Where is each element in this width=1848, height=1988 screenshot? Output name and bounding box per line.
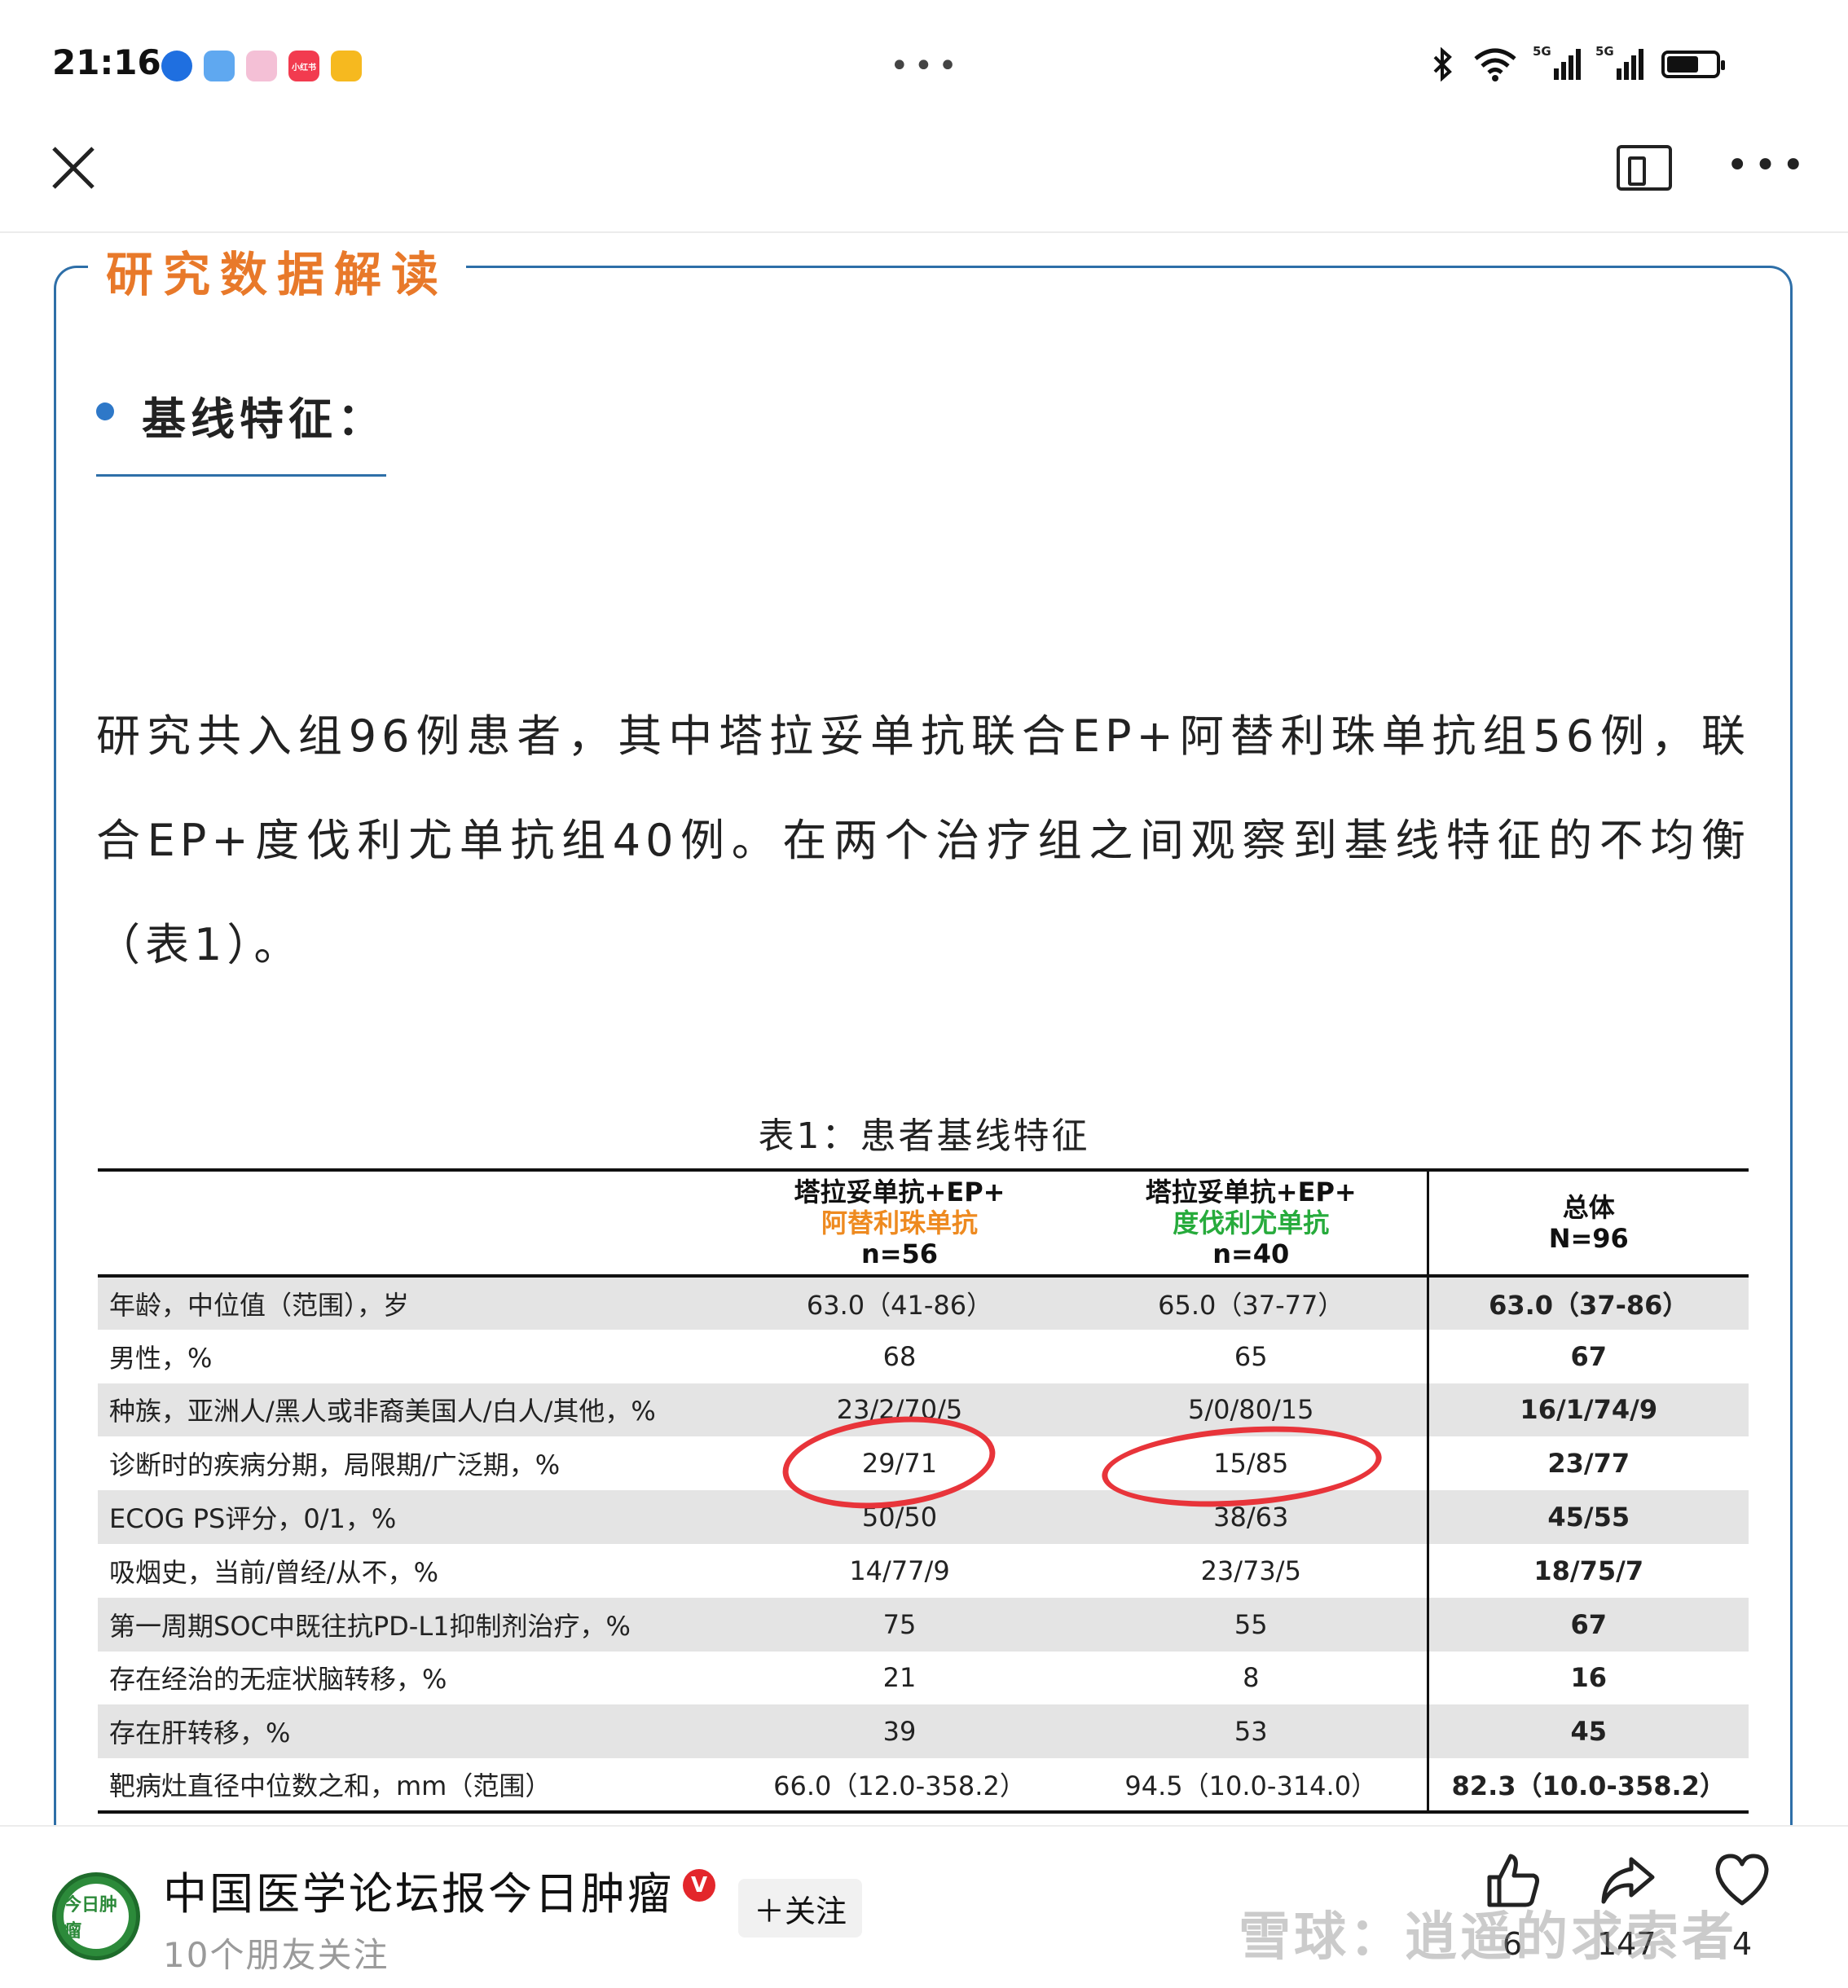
row-label: ECOG PS评分，0/1，% [109,1503,397,1535]
cell-group-2: 55 [1234,1608,1268,1640]
close-icon[interactable] [51,145,96,191]
row-label: 男性，% [109,1342,213,1374]
header-group-1: 塔拉妥单抗+EP+ 阿替利珠单抗 n=56 [724,1170,1076,1276]
header-group-2-line1: 塔拉妥单抗+EP+ [1145,1177,1357,1207]
battery-icon [1661,51,1725,78]
wifi-icon [1474,48,1516,81]
table-body: 年龄，中位值（范围），岁 63.0（41-86） 65.0（37-77） 63.0（3… [98,1276,1749,1812]
status-bar: 21:16 小红书 ••• 5G 5G [0,0,1848,134]
cell-group-1: 21 [882,1662,917,1694]
cell-group-2: 94.5（10.0-314.0） [1124,1770,1378,1802]
status-more-icon: ••• [890,47,962,85]
table-caption: 表1：患者基线特征 [758,1115,1090,1157]
cell-group-1: 14/77/9 [849,1555,950,1586]
header-total: 总体 N=96 [1426,1170,1749,1276]
cell-group-2: 65.0（37-77） [1158,1289,1344,1321]
header-group-1-line2: 阿替利珠单抗 [821,1207,978,1238]
sub-heading-underline [96,474,386,477]
table-row: 年龄，中位值（范围），岁 63.0（41-86） 65.0（37-77） 63.0（3… [98,1276,1749,1330]
header-group-2: 塔拉妥单抗+EP+ 度伐利尤单抗 n=40 [1076,1170,1428,1276]
row-label: 存在肝转移，% [109,1718,291,1749]
more-options-icon[interactable]: ••• [1726,146,1810,185]
cell-total: 45/55 [1426,1490,1749,1544]
watermark: 雪球：逍遥的求索者 [1239,1907,1737,1968]
cell-group-1: 63.0（41-86） [806,1289,993,1321]
cell-group-1: 68 [882,1340,917,1372]
cell-group-2: 65 [1234,1340,1268,1372]
section-title: 研究数据解读 [88,236,467,305]
cell-total: 18/75/7 [1426,1543,1749,1598]
table-row: 男性，% 68 65 67 [98,1329,1749,1383]
system-status-icons: 5G 5G [1430,44,1725,81]
network-type-label: 5G [1533,44,1551,59]
notification-icons: 小红书 [161,51,362,81]
table-header-row: 塔拉妥单抗+EP+ 阿替利珠单抗 n=56 塔拉妥单抗+EP+ 度伐利尤单抗 n… [98,1170,1749,1276]
friends-following-text: 10个朋友关注 [163,1935,389,1975]
row-label: 年龄，中位值（范围），岁 [109,1289,410,1321]
header-group-2-line3: n=40 [1212,1238,1290,1269]
status-time: 21:16 [52,42,161,82]
row-label: 靶病灶直径中位数之和，mm（范围） [109,1770,552,1802]
cell-total: 82.3（10.0-358.2） [1426,1758,1749,1812]
header-group-2-line2: 度伐利尤单抗 [1173,1207,1330,1238]
header-total-line1: 总体 [1562,1192,1615,1223]
reader-mode-icon[interactable] [1617,145,1672,191]
cell-group-2: 8 [1243,1662,1260,1694]
header-group-1-line1: 塔拉妥单抗+EP+ [794,1177,1005,1207]
cell-total: 45 [1426,1704,1749,1759]
cell-group-1: 39 [882,1716,917,1748]
row-label: 第一周期SOC中既往抗PD-L1抑制剂治疗，% [109,1610,631,1642]
weibo-icon [331,51,362,81]
table-row: 存在经治的无症状脑转移，% 21 8 16 [98,1651,1749,1705]
cell-total: 67 [1426,1329,1749,1383]
cell-total: 23/77 [1426,1436,1749,1491]
article-paragraph: 研究共入组96例患者，其中塔拉妥单抗联合EP+阿替利珠单抗组56例，联合EP+度… [96,710,1750,970]
cell-total: 16 [1426,1651,1749,1705]
signal-5g-icon: 5G [1595,44,1643,80]
cell-total: 63.0（37-86） [1426,1276,1749,1330]
cell-group-1: 75 [882,1608,917,1640]
cell-group-1: 66.0（12.0-358.2） [773,1770,1026,1802]
photos-icon [246,51,277,81]
header-empty [98,1170,724,1276]
account-name[interactable]: 中国医学论坛报今日肿瘤 [163,1858,674,1922]
notification-app-icon [161,51,192,81]
xiaohongshu-icon: 小红书 [288,51,319,81]
nav-divider [0,231,1848,233]
sub-heading: 基线特征： [142,394,386,445]
row-label: 种族，亚洲人/黑人或非裔美国人/白人/其他，% [109,1396,656,1427]
bluetooth-icon [1433,47,1452,81]
cell-group-2: 23/73/5 [1200,1555,1301,1586]
verified-badge-icon: V [683,1869,715,1902]
table-row: 吸烟史，当前/曾经/从不，% 14/77/9 23/73/5 18/75/7 [98,1543,1749,1598]
network-type-label: 5G [1595,44,1614,59]
cell-total: 16/1/74/9 [1426,1383,1749,1437]
signal-5g-icon: 5G [1533,44,1581,80]
weather-icon [204,51,235,81]
header-group-1-line3: n=56 [860,1238,939,1269]
row-label: 吸烟史，当前/曾经/从不，% [109,1556,438,1588]
bullet-icon [96,402,114,420]
table-row: 靶病灶直径中位数之和，mm（范围） 66.0（12.0-358.2） 94.5（10… [98,1758,1749,1812]
table-row: 存在肝转移，% 39 53 45 [98,1704,1749,1759]
avatar[interactable]: 今日肿瘤 [52,1872,140,1960]
cell-group-2: 53 [1234,1716,1268,1748]
header-total-line2: N=96 [1548,1223,1629,1254]
row-label: 存在经治的无症状脑转移，% [109,1664,447,1696]
row-label: 诊断时的疾病分期，局限期/广泛期，% [109,1449,561,1481]
avatar-logo: 今日肿瘤 [64,1884,129,1949]
bottom-bar: 今日肿瘤 中国医学论坛报今日肿瘤 V 10个朋友关注 ＋关注 6 147 4 雪… [0,1825,1848,1988]
table-row: 第一周期SOC中既往抗PD-L1抑制剂治疗，% 75 55 67 [98,1597,1749,1652]
cell-total: 67 [1426,1597,1749,1652]
follow-button[interactable]: ＋关注 [738,1879,862,1937]
